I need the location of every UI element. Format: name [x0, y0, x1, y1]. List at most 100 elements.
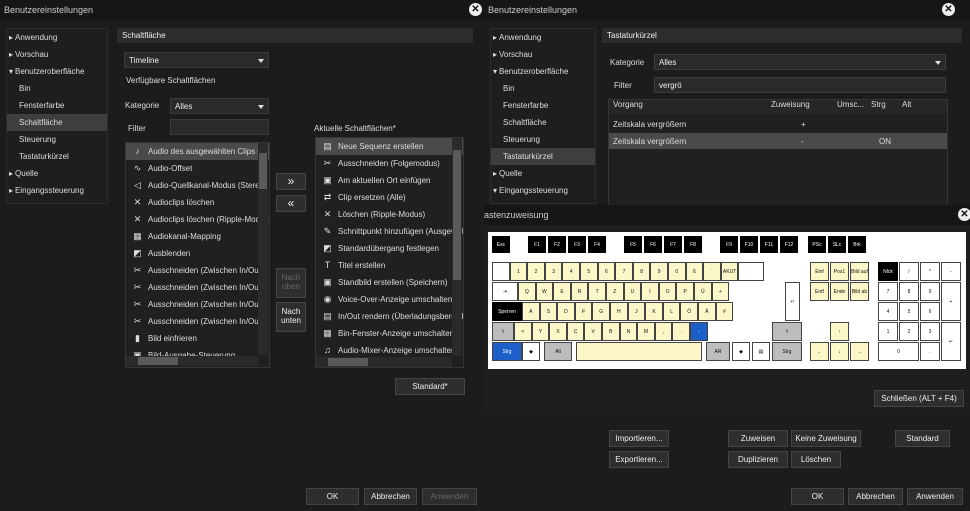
keyboard-key[interactable]: Ü: [694, 282, 712, 301]
right-nav-item[interactable]: ▾ Benutzeroberfläche: [491, 63, 595, 80]
function-key[interactable]: F12: [780, 236, 798, 253]
keyboard-key[interactable]: O: [658, 282, 677, 301]
right-nav-item[interactable]: Tastaturkürzel: [491, 148, 595, 165]
left-nav-item[interactable]: ▾ Benutzeroberfläche: [7, 63, 107, 80]
keyboard-key[interactable]: ´: [703, 262, 721, 281]
list-item[interactable]: ◉ Voice-Over-Anzeige umschalten: [316, 291, 463, 308]
list-item[interactable]: ▣ Am aktuellen Ort einfügen: [316, 172, 463, 189]
key-dialog-close-button[interactable]: Schließen (ALT + F4): [874, 390, 964, 407]
numpad-key[interactable]: 6: [920, 302, 940, 321]
list-item[interactable]: ✕ Audioclips löschen: [126, 194, 269, 211]
function-key[interactable]: SLc: [828, 236, 846, 253]
col-zuweisung[interactable]: Zuweisung: [771, 100, 810, 109]
import-button[interactable]: Importieren...: [609, 430, 669, 447]
keyboard-key[interactable]: 9: [650, 262, 668, 281]
numpad-key[interactable]: 7: [878, 282, 898, 301]
shortcut-standard-button[interactable]: Standard: [895, 430, 950, 447]
list-item[interactable]: ▦ Audiokanal-Mapping: [126, 228, 269, 245]
keyboard-key[interactable]: V: [584, 322, 602, 341]
keyboard-key[interactable]: C: [566, 322, 585, 341]
keyboard-key[interactable]: Z: [606, 282, 624, 301]
keyboard-key[interactable]: A: [522, 302, 540, 321]
list-item[interactable]: ✂ Ausschneiden (Zwischen In/Out): [126, 262, 269, 279]
list-item[interactable]: ✎ Schnittpunkt hinzufügen (Ausgewählte Sp…: [316, 223, 463, 240]
keyboard-key[interactable]: +: [711, 282, 730, 301]
keyboard-key[interactable]: ⇧: [492, 322, 514, 341]
function-key[interactable]: F6: [644, 236, 662, 253]
numpad-key[interactable]: 5: [899, 302, 919, 321]
keyboard-key[interactable]: 4: [562, 262, 580, 281]
keyboard-key[interactable]: S: [539, 302, 558, 321]
list-item[interactable]: T Titel erstellen: [316, 257, 463, 274]
keyboard-key[interactable]: ◆: [732, 342, 750, 361]
function-key[interactable]: F9: [720, 236, 738, 253]
current-buttons-list[interactable]: ▤ Neue Sequenz erstellen ✂ Ausschneiden (Fo…: [315, 137, 464, 368]
col-umschalt[interactable]: Umsc...: [837, 100, 864, 109]
list-item[interactable]: ∿ Audio-Offset: [126, 160, 269, 177]
key-dialog-close-icon[interactable]: ✕: [958, 208, 970, 221]
numpad-key[interactable]: /: [899, 262, 919, 281]
keyboard-key[interactable]: ⇧: [772, 322, 802, 341]
keyboard-key[interactable]: L: [662, 302, 681, 321]
numpad-key[interactable]: .: [920, 342, 940, 361]
right-nav-item[interactable]: Steuerung: [491, 131, 595, 148]
keyboard-key[interactable]: P: [676, 282, 694, 301]
keyboard-key[interactable]: -: [690, 322, 708, 341]
function-key[interactable]: F10: [740, 236, 758, 253]
function-key[interactable]: F1: [528, 236, 546, 253]
function-key[interactable]: F3: [568, 236, 586, 253]
keyboard-key[interactable]: G: [592, 302, 610, 321]
apply-button[interactable]: Anwenden: [422, 488, 477, 505]
arrow-up-key[interactable]: ↑: [830, 322, 849, 341]
keyboard-key[interactable]: ◆: [522, 342, 540, 361]
export-button[interactable]: Exportieren...: [609, 451, 669, 468]
numpad-key[interactable]: 4: [878, 302, 898, 321]
right-ok-button[interactable]: OK: [791, 488, 844, 505]
numpad-key[interactable]: 9: [920, 282, 940, 301]
current-list-hscrollbar[interactable]: [316, 357, 452, 367]
left-close-icon[interactable]: ✕: [469, 3, 482, 16]
keyboard-key[interactable]: 3: [544, 262, 563, 281]
table-row[interactable]: Zeitskala vergrößern - ON: [609, 133, 947, 149]
numpad-key[interactable]: 0: [878, 342, 919, 361]
keyboard-key[interactable]: J: [627, 302, 646, 321]
list-item[interactable]: ◁ Audio-Quellkanal-Modus (Stereo): [126, 177, 269, 194]
duplicate-button[interactable]: Duplizieren: [728, 451, 788, 468]
right-nav-item[interactable]: Fensterfarbe: [491, 97, 595, 114]
function-key[interactable]: PSc: [808, 236, 826, 253]
list-item[interactable]: ✂ Ausschneiden (Zwischen In/Out): [126, 279, 269, 296]
move-up-button[interactable]: Nach oben: [276, 268, 306, 298]
right-nav-item[interactable]: ▸ Vorschau: [491, 46, 595, 63]
list-item[interactable]: ▣ Standbild erstellen (Speichern): [316, 274, 463, 291]
keyboard-key[interactable]: [576, 342, 702, 361]
keyboard-key[interactable]: N: [619, 322, 638, 341]
col-vorgang[interactable]: Vorgang: [613, 100, 643, 109]
navigation-key[interactable]: Ende: [830, 282, 849, 301]
table-row[interactable]: Zeitskala vergrößern +: [609, 117, 947, 132]
list-item[interactable]: ◩ Standardübergang festlegen: [316, 240, 463, 257]
right-nav-item[interactable]: Bin: [491, 80, 595, 97]
keyboard-key[interactable]: W: [535, 282, 554, 301]
right-nav-item[interactable]: Schaltfläche: [491, 114, 595, 131]
keyboard-key[interactable]: M: [637, 322, 655, 341]
arrow-left-key[interactable]: ←: [810, 342, 829, 361]
keyboard-key[interactable]: Alt: [544, 342, 572, 361]
numpad-key[interactable]: 2: [899, 322, 919, 341]
numpad-key[interactable]: 8: [899, 282, 919, 301]
navigation-key[interactable]: Bild ab: [850, 282, 869, 301]
right-nav-item[interactable]: ▸ Anwendung: [491, 29, 595, 46]
list-item[interactable]: ✂ Ausschneiden (Zwischen In/Out): [126, 296, 269, 313]
list-item[interactable]: ✕ Löschen (Ripple-Modus): [316, 206, 463, 223]
available-list-hscrollbar[interactable]: [126, 356, 258, 366]
left-nav-item[interactable]: Steuerung: [7, 131, 107, 148]
list-item[interactable]: ⇄ Clip ersetzen (Alle): [316, 189, 463, 206]
keyboard-key[interactable]: Ö: [680, 302, 698, 321]
standard-button[interactable]: Standard*: [395, 378, 465, 395]
keyboard-key[interactable]: ⇥: [492, 282, 518, 301]
function-key[interactable]: Brk: [848, 236, 866, 253]
keyboard-key[interactable]: U: [623, 282, 642, 301]
ok-button[interactable]: OK: [306, 488, 359, 505]
arrow-right-key[interactable]: →: [850, 342, 869, 361]
category-combo[interactable]: Alles: [170, 98, 269, 114]
keyboard-key[interactable]: Strg: [772, 342, 802, 361]
